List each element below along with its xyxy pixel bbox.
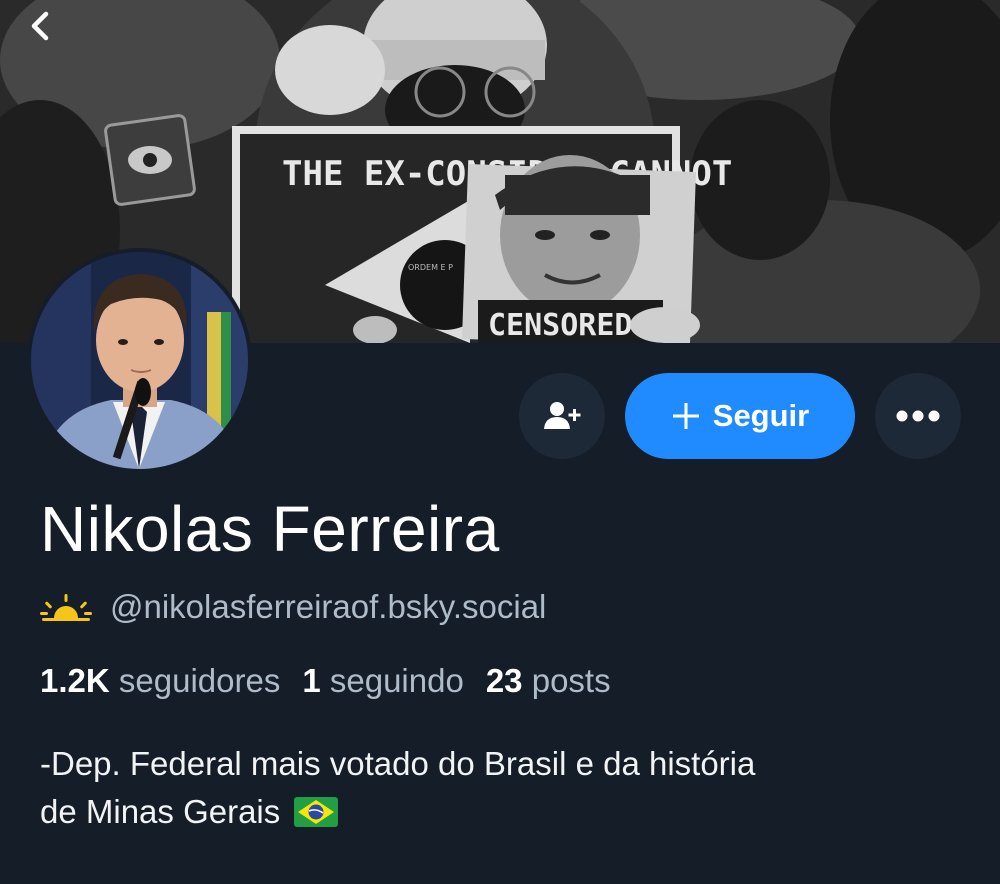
profile-stats: 1.2K seguidores 1 seguindo 23 posts <box>40 662 611 700</box>
add-user-button[interactable] <box>519 373 605 459</box>
plus-icon <box>672 403 699 429</box>
add-user-icon <box>544 402 581 429</box>
handle-row: @nikolasferreiraof.bsky.social <box>40 588 546 626</box>
flag-motto: ORDEM E P <box>408 263 453 272</box>
brazil-flag-icon <box>294 797 339 827</box>
sunrise-icon <box>40 594 92 621</box>
bio-line-1: -Dep. Federal mais votado do Brasil e da… <box>40 745 756 782</box>
following-label: seguindo <box>329 662 464 699</box>
posts-count: 23 <box>485 662 523 699</box>
profile-bio: -Dep. Federal mais votado do Brasil e da… <box>40 740 960 836</box>
bio-line-2-row: de Minas Gerais <box>40 788 960 836</box>
handle[interactable]: @nikolasferreiraof.bsky.social <box>110 588 546 626</box>
display-name: Nikolas Ferreira <box>40 493 500 565</box>
back-button[interactable] <box>28 8 68 48</box>
followers-stat[interactable]: 1.2K seguidores <box>40 662 280 700</box>
followers-count: 1.2K <box>40 662 110 699</box>
profile-avatar[interactable] <box>27 248 252 473</box>
back-chevron-icon <box>31 11 49 41</box>
profile-screen: THE EX-CONSIDER CANNOT ORDEM E P CENSORE… <box>0 0 1000 884</box>
followers-label: seguidores <box>118 662 281 699</box>
posts-label: posts <box>531 662 611 699</box>
more-options-button[interactable] <box>875 373 961 459</box>
more-dots-icon <box>896 410 940 422</box>
following-count: 1 <box>302 662 321 699</box>
following-stat[interactable]: 1 seguindo <box>302 662 463 700</box>
follow-button[interactable]: Seguir <box>625 373 855 459</box>
posts-stat: 23 posts <box>486 662 611 700</box>
censored-label: CENSORED <box>488 308 633 343</box>
bio-line-2: de Minas Gerais <box>40 793 281 830</box>
avatar-photo <box>31 252 248 469</box>
follow-label: Seguir <box>712 398 810 433</box>
